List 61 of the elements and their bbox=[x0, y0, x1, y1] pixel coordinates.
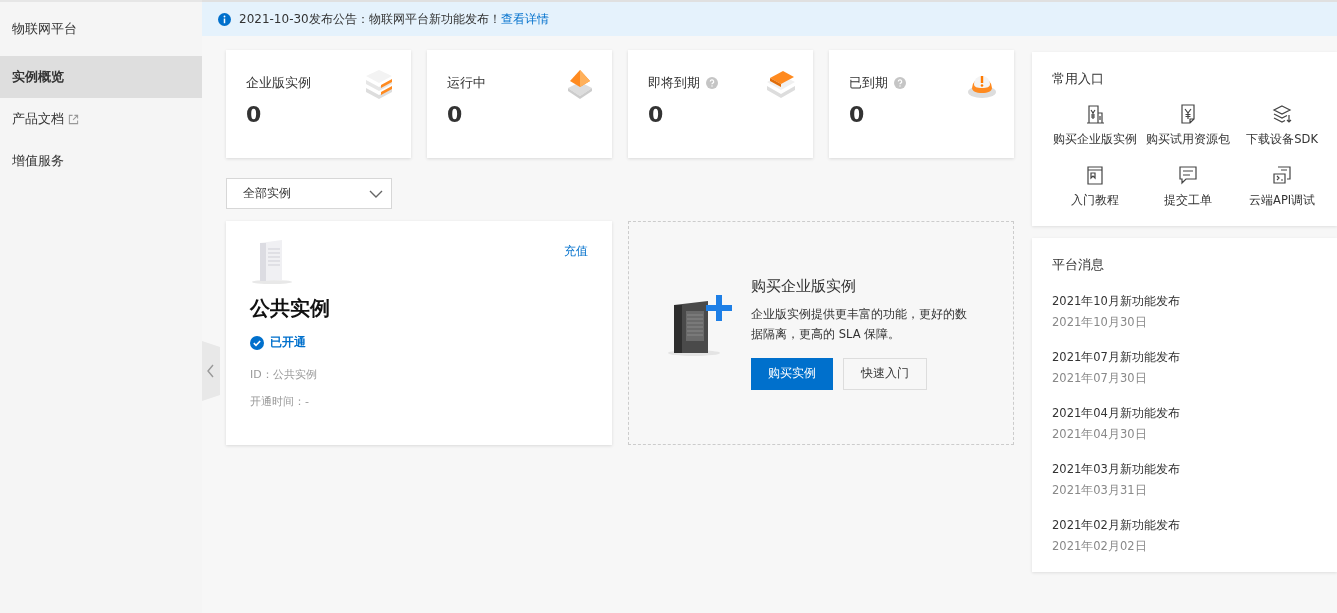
message-date: 2021年02月02日 bbox=[1052, 539, 1148, 554]
message-title[interactable]: 2021年04月新功能发布 bbox=[1052, 406, 1317, 421]
shortcut-item[interactable]: 购买试用资源包 bbox=[1141, 104, 1236, 147]
instance-title: 公共实例 bbox=[250, 295, 331, 322]
buy-instance-button[interactable]: 购买实例 bbox=[751, 357, 833, 390]
paper-stack-icon bbox=[765, 68, 797, 100]
stacked-layers-icon bbox=[363, 68, 395, 100]
sidebar-item-label: 增值服务 bbox=[12, 152, 64, 170]
stat-value: 0 bbox=[648, 102, 665, 127]
sidebar-item-label: 产品文档 bbox=[12, 110, 64, 128]
sidebar-item[interactable]: 产品文档 bbox=[0, 98, 202, 140]
status-text: 已开通 bbox=[270, 334, 306, 351]
stat-label: 企业版实例 bbox=[246, 74, 311, 92]
message-date: 2021年03月31日 bbox=[1052, 483, 1148, 498]
promo-title: 购买企业版实例 bbox=[751, 276, 857, 296]
shortcut-item[interactable]: 购买企业版实例 bbox=[1048, 104, 1142, 147]
instance-id: ID：公共实例 bbox=[250, 367, 318, 382]
notice-text: 2021-10-30发布公告：物联网平台新功能发布！ bbox=[239, 10, 501, 28]
chevron-left-icon bbox=[207, 364, 215, 378]
sidebar-item-label: 实例概览 bbox=[12, 68, 64, 86]
stat-value: 0 bbox=[246, 102, 263, 127]
shortcut-item[interactable]: 提交工单 bbox=[1141, 165, 1236, 208]
stat-label: 即将到期 bbox=[648, 74, 700, 92]
recharge-link[interactable]: 充值 bbox=[564, 243, 588, 260]
shortcut-item[interactable]: 下载设备SDK bbox=[1235, 104, 1329, 147]
monitor-code-icon bbox=[1272, 165, 1293, 185]
server-tower-icon bbox=[250, 239, 294, 285]
building-yen-icon bbox=[1084, 104, 1105, 124]
help-icon[interactable] bbox=[706, 77, 718, 89]
message-title[interactable]: 2021年03月新功能发布 bbox=[1052, 462, 1317, 477]
message-date: 2021年04月30日 bbox=[1052, 427, 1148, 442]
promo-description: 企业版实例提供更丰富的功能，更好的数据隔离，更高的 SLA 保障。 bbox=[751, 305, 968, 343]
external-link-icon bbox=[68, 113, 79, 125]
check-circle-icon bbox=[250, 335, 264, 350]
sidebar-title: 物联网平台 bbox=[11, 20, 78, 38]
stat-value: 0 bbox=[447, 102, 464, 127]
instance-filter-dropdown[interactable]: 全部实例 bbox=[226, 178, 392, 209]
message-title[interactable]: 2021年02月新功能发布 bbox=[1052, 518, 1317, 533]
stat-label: 运行中 bbox=[447, 74, 486, 92]
panel-title: 平台消息 bbox=[1052, 256, 1105, 274]
opened-time: 开通时间：- bbox=[250, 394, 310, 409]
message-title[interactable]: 2021年10月新功能发布 bbox=[1052, 294, 1317, 309]
collapse-sidebar-handle[interactable] bbox=[202, 341, 220, 401]
stat-label: 已到期 bbox=[849, 74, 888, 92]
sidebar-item[interactable]: 增值服务 bbox=[0, 140, 202, 182]
chat-icon bbox=[1178, 165, 1199, 185]
layers-download-icon bbox=[1272, 104, 1293, 124]
chevron-down-icon bbox=[369, 189, 383, 198]
stat-value: 0 bbox=[849, 102, 866, 127]
shortcut-item[interactable]: 入门教程 bbox=[1048, 165, 1142, 208]
notice-link[interactable]: 查看详情 bbox=[500, 10, 549, 28]
panel-title: 常用入口 bbox=[1052, 70, 1105, 88]
help-icon[interactable] bbox=[894, 77, 906, 89]
book-icon bbox=[1084, 165, 1105, 185]
shortcut-item[interactable]: 云端API调试 bbox=[1235, 165, 1329, 208]
quick-start-button[interactable]: 快速入门 bbox=[843, 357, 927, 390]
message-date: 2021年10月30日 bbox=[1052, 315, 1148, 330]
info-icon bbox=[218, 12, 231, 26]
message-title[interactable]: 2021年07月新功能发布 bbox=[1052, 350, 1317, 365]
sidebar-item[interactable]: 实例概览 bbox=[0, 56, 202, 98]
message-date: 2021年07月30日 bbox=[1052, 371, 1148, 386]
